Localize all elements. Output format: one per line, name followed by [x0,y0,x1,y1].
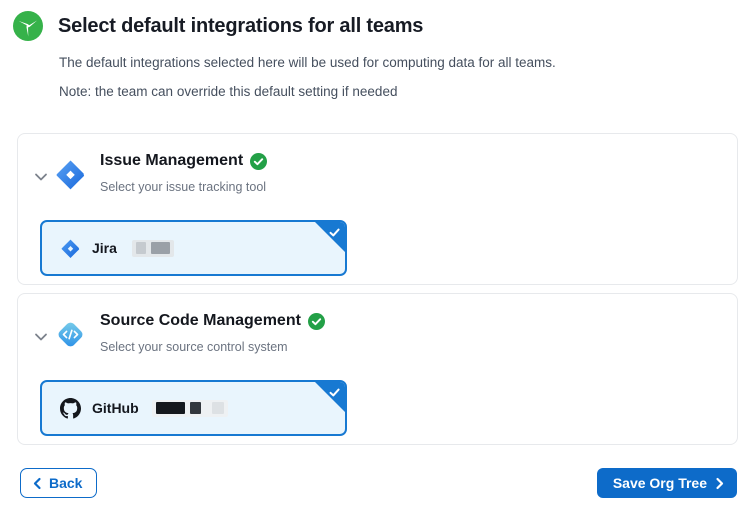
chevron-down-icon[interactable] [32,168,50,186]
jira-icon [54,158,87,191]
page-title: Select default integrations for all team… [58,15,423,38]
chevron-down-icon[interactable] [32,328,50,346]
chevron-right-icon [714,477,725,490]
section-subtitle: Select your issue tracking tool [100,180,266,194]
chevron-left-icon [32,477,43,490]
section-title: Source Code Management [100,312,301,330]
redacted-text [152,400,228,417]
jira-icon [60,238,81,259]
page-description: The default integrations selected here w… [59,55,556,70]
page-note: Note: the team can override this default… [59,84,397,99]
redacted-text [132,240,174,257]
save-button-label: Save Org Tree [613,475,707,491]
option-label: GitHub [92,400,139,416]
github-icon [60,398,81,419]
section-source-code-management: Source Code Management Select your sourc… [17,293,738,445]
section-title-row: Issue Management [100,152,267,170]
back-button-label: Back [49,475,82,491]
selected-check-icon [328,226,341,239]
section-title-row: Source Code Management [100,312,325,330]
option-jira-selected[interactable]: Jira [40,220,347,276]
verified-check-icon [250,153,267,170]
app-logo-pinwheel-icon [13,11,43,41]
section-subtitle: Select your source control system [100,340,288,354]
section-issue-management: Issue Management Select your issue track… [17,133,738,285]
source-code-icon [54,318,87,351]
back-button[interactable]: Back [20,468,97,498]
option-label: Jira [92,240,117,256]
verified-check-icon [308,313,325,330]
option-github-selected[interactable]: GitHub [40,380,347,436]
integrations-settings-page: Select default integrations for all team… [0,0,755,516]
save-org-tree-button[interactable]: Save Org Tree [597,468,737,498]
section-title: Issue Management [100,152,243,170]
selected-check-icon [328,386,341,399]
